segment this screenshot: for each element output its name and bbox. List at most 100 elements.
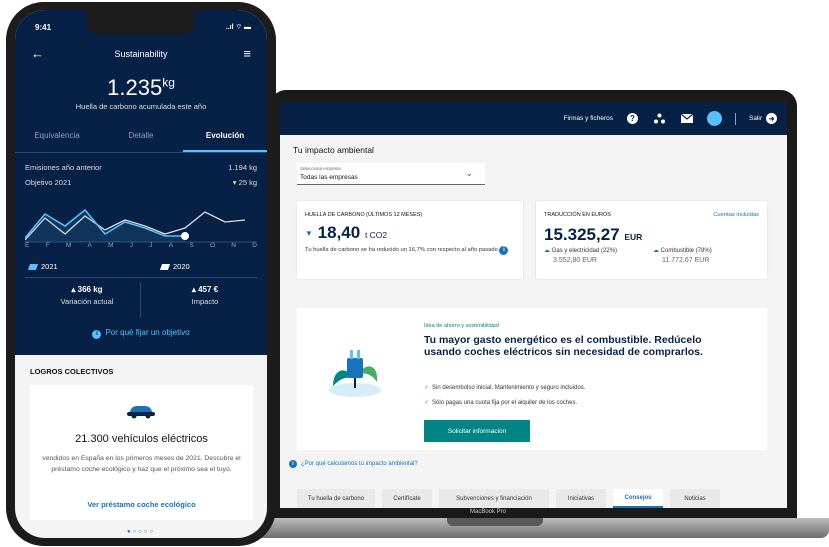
marketing-composite: Firmas y ficheros ? Salir ➜ Tu impacto a… — [0, 0, 829, 547]
request-info-button[interactable]: Solicitar información — [424, 420, 530, 442]
tab-evolucion[interactable]: Evolución — [183, 118, 267, 152]
euro-card: TRADUCCIÓN EN EUROS Cuentas incluidas 15… — [536, 201, 767, 279]
month-tick: D — [252, 242, 257, 249]
month-tick: J — [149, 242, 153, 249]
why-impact-link[interactable]: i ¿Por qué calculamos tu impacto ambient… — [289, 460, 418, 468]
month-tick: O — [209, 242, 216, 249]
why-target-text: Por qué fijar un objetivo — [105, 328, 190, 337]
top-nav: Firmas y ficheros ? Salir ➜ — [280, 102, 787, 135]
phone-hero: 9:41 ..ıl ⌔ ▬ ← Sustainability ≡ 1.235kg… — [15, 10, 267, 355]
tab-huella[interactable]: Tu huella de carbono — [297, 489, 375, 508]
company-select[interactable]: Selecciona empresa Todas las empresas ⌄ — [297, 163, 485, 185]
tab-noticias[interactable]: Noticias — [670, 489, 720, 508]
logros-title: LOGROS COLECTIVOS — [30, 367, 114, 376]
footprint-unit: t CO2 — [364, 230, 388, 240]
tab-consejos[interactable]: Consejos — [613, 489, 663, 508]
tab-equivalencia[interactable]: Equivalencia — [15, 118, 99, 152]
status-icons: ..ıl ⌔ ▬ — [225, 24, 251, 31]
footprint-desc-row: Tu huella de carbono se ha reducido un 1… — [305, 246, 517, 255]
exit-label: Salir — [748, 115, 762, 122]
org-icon[interactable] — [653, 112, 667, 126]
info-icon[interactable]: i — [499, 246, 509, 255]
fuel-value: 11.772,67 EUR — [662, 257, 710, 264]
series-2021-area — [25, 210, 185, 242]
check-icon: ✓ — [424, 400, 430, 406]
gas-value: 3.552,80 EUR — [553, 257, 597, 264]
gas-breakdown: ☁ Gas y electricidad (22%) 3.552,80 EUR — [544, 247, 617, 265]
check-item-2: ✓ Sólo pagas una cuota fija por el alquil… — [424, 399, 577, 406]
legend-label-2021: 2021 — [41, 262, 58, 271]
company-select-value: Todas las empresas — [300, 174, 358, 181]
tip-tag: Idea de ahorro y sostenibilidad — [424, 323, 499, 329]
exit-icon: ➜ — [766, 113, 777, 124]
euro-value: 15.325,27 — [544, 225, 620, 244]
legend-swatch-2020 — [159, 263, 171, 270]
month-axis: E F M A M J J A S O N D — [25, 242, 257, 249]
why-target-link[interactable]: i Por qué fijar un objetivo — [15, 328, 267, 339]
carousel-pager[interactable]: ●○○○○ — [15, 529, 267, 535]
euro-value-row: 15.325,27 EUR — [544, 225, 642, 245]
target-row: Objetivo 2021 ▾ 25 kg — [25, 178, 257, 187]
main-content: Tu impacto ambiental Selecciona empresa … — [280, 135, 787, 508]
exit-button[interactable]: Salir ➜ — [749, 113, 777, 124]
menu-icon[interactable]: ≡ — [243, 46, 251, 61]
total-footprint: 1.235kg — [15, 75, 267, 101]
tab-subvenciones[interactable]: Subvenciones y financiación — [439, 489, 549, 508]
firmas-link[interactable]: Firmas y ficheros — [564, 115, 613, 122]
savings-tip-card: Idea de ahorro y sostenibilidad Tu mayor… — [297, 308, 767, 450]
app-header: ← Sustainability ≡ — [15, 46, 267, 64]
company-select-label: Selecciona empresa — [300, 166, 341, 171]
tab-certificate[interactable]: Certifícate — [382, 489, 432, 508]
prev-year-value: 1.194 kg — [228, 163, 257, 172]
gas-label: Gas y electricidad (22%) — [551, 248, 618, 254]
plug-leaf-illustration — [329, 350, 381, 397]
legend-swatch-2021 — [27, 263, 39, 270]
laptop-frame: Firmas y ficheros ? Salir ➜ Tu impacto a… — [270, 90, 797, 518]
month-tick: M — [65, 242, 72, 249]
logros-card-title: 21.300 vehículos eléctricos — [75, 433, 208, 445]
tab-bar: Tu huella de carbono Certifícate Subvenc… — [297, 489, 720, 508]
euro-unit: EUR — [624, 232, 643, 242]
check-text-1: Sin desembolso inicial. Mantenimiento y … — [432, 385, 586, 391]
check-text-2: Sólo pagas una cuota fija por el alquile… — [432, 400, 578, 406]
variation-label: Variación actual — [60, 297, 114, 306]
variation-value: ▴ 366 kg — [71, 285, 103, 294]
avatar[interactable] — [706, 111, 722, 126]
tab-detalle[interactable]: Detalle — [99, 118, 183, 152]
euro-label: TRADUCCIÓN EN EUROS — [544, 212, 611, 218]
check-item-1: ✓ Sin desembolso inicial. Mantenimiento y… — [424, 384, 585, 391]
fuel-breakdown: ☁ Combustible (78%) 11.772,67 EUR — [653, 247, 712, 265]
target-value: ▾ 25 kg — [232, 178, 257, 187]
impact-stat: ▴ 457 € Impacto — [155, 285, 255, 306]
month-tick: N — [231, 242, 236, 249]
status-time: 9:41 — [35, 23, 52, 32]
info-icon: i — [289, 460, 297, 468]
status-bar: 9:41 ..ıl ⌔ ▬ — [35, 23, 251, 32]
variation-stat: ▴ 366 kg Variación actual — [37, 285, 137, 306]
chevron-down-icon: ⌄ — [465, 168, 473, 178]
mail-icon[interactable] — [680, 112, 694, 126]
month-tick: E — [25, 242, 30, 249]
legend-2020: 2020 — [159, 262, 190, 271]
footprint-card: HUELLA DE CARBONO (ÚLTIMOS 12 MESES) ▼ 1… — [297, 201, 523, 279]
current-point — [181, 232, 189, 240]
stat-divider — [140, 282, 141, 318]
impact-value: ▴ 457 € — [191, 285, 219, 294]
impact-label: Impacto — [191, 297, 219, 306]
leaf-icon: ☁ — [544, 248, 550, 254]
laptop-base-notch — [447, 518, 543, 526]
month-tick: M — [108, 242, 114, 249]
help-icon[interactable]: ? — [626, 112, 640, 126]
info-icon: i — [92, 330, 102, 339]
eco-loan-link[interactable]: Ver préstamo coche ecológico — [30, 500, 253, 509]
accounts-link[interactable]: Cuentas incluidas — [713, 212, 759, 218]
device-label: MacBook Pro — [470, 509, 507, 515]
tip-headline: Tu mayor gasto energético es el combusti… — [424, 334, 703, 358]
tab-iniciativas[interactable]: Iniciativas — [556, 489, 606, 508]
total-value: 1.235 — [107, 75, 163, 100]
month-tick: A — [168, 242, 174, 249]
month-tick: J — [129, 242, 134, 249]
month-tick: A — [87, 242, 92, 249]
svg-text:?: ? — [631, 114, 636, 123]
page-title: Tu impacto ambiental — [293, 145, 374, 155]
